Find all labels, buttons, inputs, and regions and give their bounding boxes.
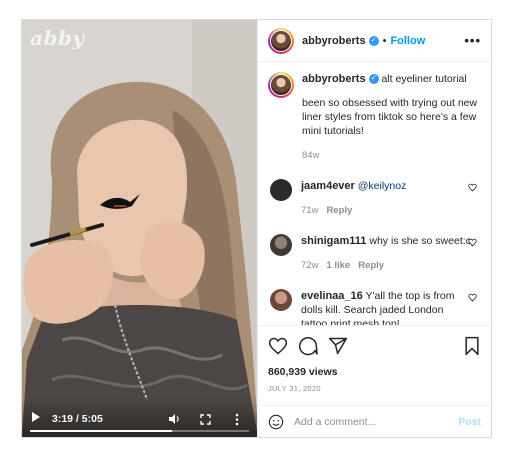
share-icon[interactable]: [328, 336, 348, 356]
verified-badge-icon: ✓: [368, 35, 379, 46]
video-player[interactable]: abby 3:19 / 5:05: [22, 20, 257, 437]
video-controls: 3:19 / 5:05: [22, 397, 257, 437]
comment-username[interactable]: jaam4ever: [301, 180, 355, 192]
reply-button[interactable]: Reply: [358, 260, 384, 271]
comment-text[interactable]: @keilynoz: [358, 180, 407, 192]
comment: shinigam111 why is she so sweet:c 72w 1 l…: [268, 234, 481, 273]
header-username[interactable]: abbyroberts: [302, 35, 366, 47]
add-comment-bar: Post: [258, 405, 491, 437]
caption-username[interactable]: abbyroberts: [302, 73, 366, 85]
post-details-panel: abbyroberts ✓ • Follow ••• abbyroberts ✓ …: [257, 20, 491, 437]
instagram-post: abby 3:19 / 5:05 abbyroberts ✓ • Follow …: [21, 19, 492, 438]
avatar[interactable]: [270, 234, 292, 256]
add-comment-input[interactable]: [294, 415, 459, 428]
caption: abbyroberts ✓ alt eyeliner tutorial been …: [268, 72, 481, 163]
more-vertical-icon[interactable]: [235, 413, 239, 426]
comment: evelinaa_16 Y'all the top is from dolls …: [268, 289, 481, 325]
post-date: JULY 31, 2020: [268, 384, 321, 393]
avatar[interactable]: [268, 72, 294, 98]
caption-text: been so obsessed with trying out new lin…: [302, 97, 478, 137]
comments-list[interactable]: abbyroberts ✓ alt eyeliner tutorial been …: [258, 62, 491, 325]
separator-dot: •: [382, 34, 387, 47]
video-progress-fill: [30, 430, 173, 432]
heart-icon[interactable]: [468, 183, 477, 192]
caption-title: alt eyeliner tutorial: [381, 73, 467, 85]
heart-icon[interactable]: [468, 238, 477, 247]
caption-age: 84w: [302, 150, 320, 161]
volume-icon[interactable]: [168, 413, 180, 425]
avatar[interactable]: [268, 27, 294, 54]
view-count[interactable]: 860,939 views: [268, 366, 481, 378]
smiley-icon[interactable]: [268, 414, 284, 430]
more-options-icon[interactable]: •••: [464, 33, 481, 48]
bookmark-icon[interactable]: [463, 336, 481, 356]
comment-username[interactable]: evelinaa_16: [301, 290, 363, 302]
follow-button[interactable]: Follow: [390, 35, 425, 47]
video-frame-image: [22, 20, 257, 437]
reply-button[interactable]: Reply: [326, 205, 352, 216]
post-comment-button[interactable]: Post: [458, 416, 481, 428]
video-watermark: abby: [30, 26, 85, 50]
comment-age: 71w: [301, 205, 319, 216]
avatar[interactable]: [270, 289, 292, 311]
comment-age: 72w: [301, 260, 319, 271]
comment-text: why is she so sweet:c: [369, 235, 471, 247]
heart-icon[interactable]: [268, 336, 288, 356]
video-progress-bar[interactable]: [30, 430, 249, 432]
verified-badge-icon: ✓: [368, 74, 379, 85]
post-header: abbyroberts ✓ • Follow •••: [258, 20, 491, 62]
comment-icon[interactable]: [298, 336, 318, 356]
video-time: 3:19 / 5:05: [52, 413, 103, 425]
comment: jaam4ever @keilynoz 71w Reply: [268, 179, 481, 218]
comment-likes[interactable]: 1 like: [326, 260, 350, 271]
play-icon[interactable]: [32, 412, 40, 422]
heart-icon[interactable]: [468, 293, 477, 302]
avatar[interactable]: [270, 179, 292, 201]
fullscreen-icon[interactable]: [200, 414, 211, 425]
comment-username[interactable]: shinigam111: [301, 235, 366, 247]
